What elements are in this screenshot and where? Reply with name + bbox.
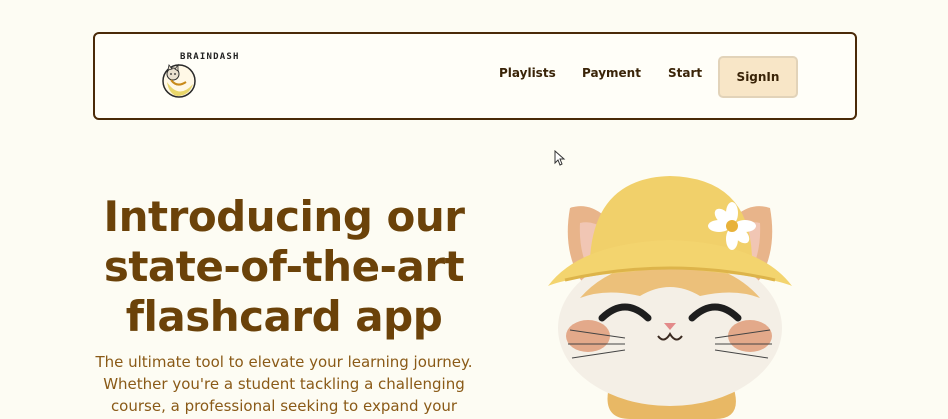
- hero-description: The ultimate tool to elevate your learni…: [95, 353, 473, 415]
- brand-logo[interactable]: BRAINDASH: [159, 52, 254, 100]
- nav-link-start[interactable]: Start: [668, 66, 702, 80]
- cat-with-yellow-hat-icon: [548, 176, 792, 419]
- landing-page: BRAINDASH Playlists Payment Start SignIn…: [0, 0, 948, 419]
- hero-title: Introducing our state-of-the-art flashca…: [103, 192, 465, 341]
- mouse-pointer-icon: [554, 150, 566, 166]
- cat-mascot-logo-icon: [162, 63, 196, 98]
- navbar: BRAINDASH Playlists Payment Start SignIn: [93, 32, 857, 120]
- nav-link-playlists[interactable]: Playlists: [499, 66, 556, 80]
- nav-link-payment[interactable]: Payment: [582, 66, 641, 80]
- signin-button[interactable]: SignIn: [718, 56, 798, 98]
